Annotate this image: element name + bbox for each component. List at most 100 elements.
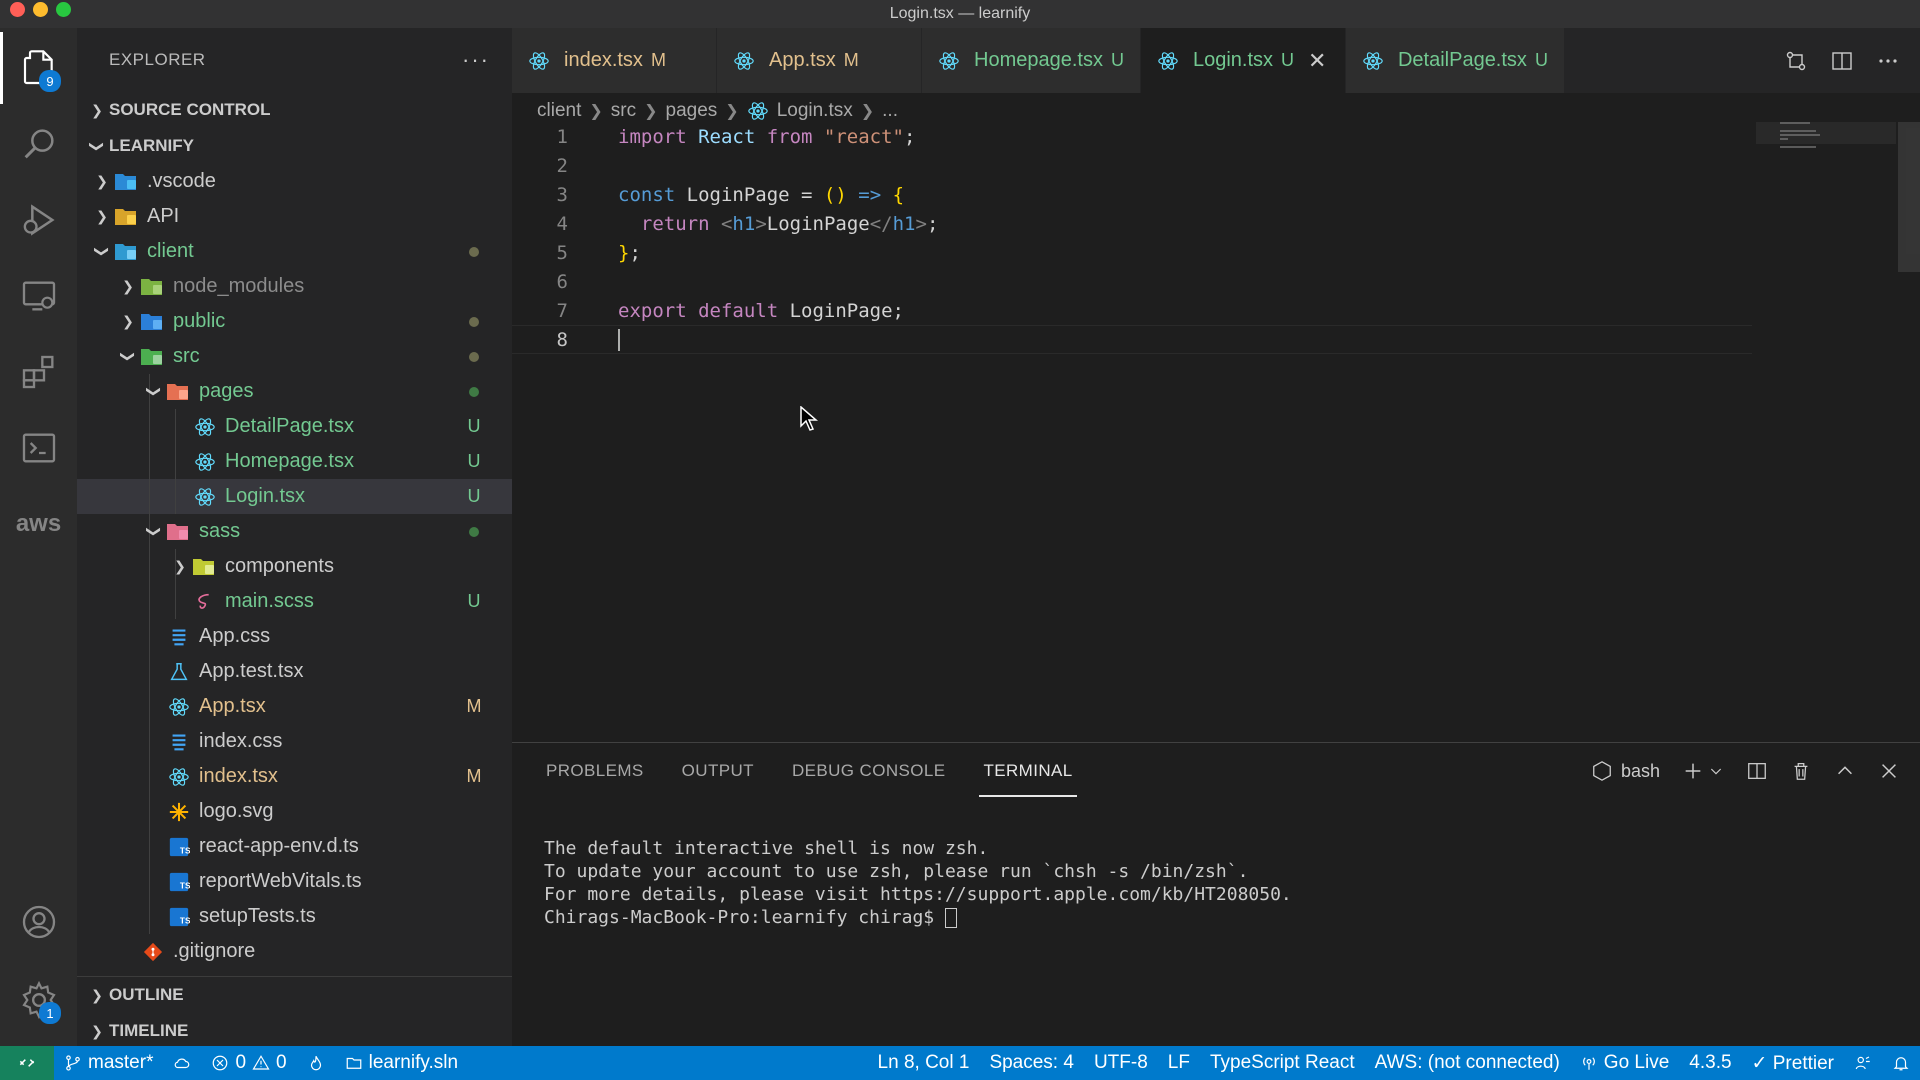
explorer-activity[interactable]: 9 xyxy=(0,32,77,104)
tree-file[interactable]: App.css xyxy=(77,619,512,654)
prettier-status[interactable]: ✓ Prettier xyxy=(1742,1052,1844,1075)
breadcrumb-symbol[interactable]: ... xyxy=(882,100,898,122)
tree-folder[interactable]: ❯ node_modules xyxy=(77,269,512,304)
tree-file[interactable]: main.scss U xyxy=(77,584,512,619)
editor-tab[interactable]: index.tsx M xyxy=(512,28,717,93)
encoding[interactable]: UTF-8 xyxy=(1084,1052,1158,1074)
solution-indicator[interactable]: learnify.sln xyxy=(335,1052,468,1074)
tree-file[interactable]: .gitignore xyxy=(77,934,512,969)
tree-folder[interactable]: ❯ .vscode xyxy=(77,164,512,199)
tree-file[interactable]: App.tsx M xyxy=(77,689,512,724)
outline-section[interactable]: ❯ OUTLINE xyxy=(77,977,512,1013)
tree-folder[interactable]: ❯ client xyxy=(77,234,512,269)
tree-file[interactable]: index.tsx M xyxy=(77,759,512,794)
more-actions-icon[interactable]: ··· xyxy=(462,47,490,73)
tree-file[interactable]: App.test.tsx xyxy=(77,654,512,689)
feedback-button[interactable] xyxy=(1844,1054,1882,1072)
editor-tab[interactable]: Login.tsx U ✕ xyxy=(1140,28,1346,93)
tree-file[interactable]: Login.tsx U xyxy=(77,479,512,514)
tree-file[interactable]: TS react-app-env.d.ts xyxy=(77,829,512,864)
folder-client-icon xyxy=(113,241,141,263)
branch-indicator[interactable]: master* xyxy=(54,1052,163,1074)
chevron-up-icon[interactable] xyxy=(1834,760,1856,782)
split-terminal-icon[interactable] xyxy=(1746,760,1768,782)
chevron-down-icon[interactable]: ❯ xyxy=(146,521,163,543)
problems-indicator[interactable]: 0 0 xyxy=(201,1052,296,1074)
timeline-section[interactable]: ❯ TIMELINE xyxy=(77,1013,512,1049)
ts-version[interactable]: 4.3.5 xyxy=(1679,1052,1741,1074)
chevron-down-icon[interactable]: ❯ xyxy=(94,241,111,263)
breadcrumb-pages[interactable]: pages xyxy=(666,100,718,122)
vertical-scrollbar[interactable] xyxy=(1898,122,1920,272)
run-debug-activity[interactable] xyxy=(0,184,77,256)
sync-button[interactable] xyxy=(163,1054,201,1072)
flame-button[interactable] xyxy=(297,1054,335,1072)
close-window-button[interactable] xyxy=(10,2,25,17)
search-activity[interactable] xyxy=(0,108,77,180)
aws-activity[interactable]: aws xyxy=(0,488,77,560)
code-editor[interactable]: 1 import React from "react"; 2 3 const L… xyxy=(512,122,1920,742)
terminal-output[interactable]: The default interactive shell is now zsh… xyxy=(544,837,1292,929)
close-icon[interactable] xyxy=(1878,760,1900,782)
tab-debug-console[interactable]: DEBUG CONSOLE xyxy=(792,743,946,799)
tree-folder[interactable]: ❯ API xyxy=(77,199,512,234)
trash-icon[interactable] xyxy=(1790,760,1812,782)
chevron-right-icon[interactable]: ❯ xyxy=(91,173,113,190)
tree-file[interactable]: Homepage.tsx U xyxy=(77,444,512,479)
notifications-button[interactable] xyxy=(1882,1054,1920,1072)
line-number: 3 xyxy=(556,183,568,206)
indentation[interactable]: Spaces: 4 xyxy=(979,1052,1084,1074)
aws-connection[interactable]: AWS: (not connected) xyxy=(1365,1052,1570,1074)
remote-indicator[interactable] xyxy=(0,1046,54,1080)
chevron-down-icon[interactable]: ❯ xyxy=(120,346,137,368)
chevron-right-icon[interactable]: ❯ xyxy=(169,558,191,575)
new-terminal-button[interactable] xyxy=(1682,760,1724,782)
breadcrumb-file[interactable]: Login.tsx xyxy=(777,100,853,122)
tree-folder[interactable]: ❯ src xyxy=(77,339,512,374)
chevron-right-icon[interactable]: ❯ xyxy=(117,278,139,295)
extensions-activity[interactable] xyxy=(0,336,77,408)
tree-folder[interactable]: ❯ pages xyxy=(77,374,512,409)
tree-folder[interactable]: ❯ components xyxy=(77,549,512,584)
chevron-right-icon[interactable]: ❯ xyxy=(91,208,113,225)
end-of-line[interactable]: LF xyxy=(1158,1052,1200,1074)
tree-file[interactable]: logo.svg xyxy=(77,794,512,829)
more-actions-icon[interactable] xyxy=(1876,49,1900,73)
terminal-view-activity[interactable] xyxy=(0,412,77,484)
chevron-right-icon: ❯ xyxy=(91,986,103,1003)
remote-explorer-activity[interactable] xyxy=(0,260,77,332)
tab-problems[interactable]: PROBLEMS xyxy=(546,743,644,799)
tree-file[interactable]: TS reportWebVitals.ts xyxy=(77,864,512,899)
compare-changes-icon[interactable] xyxy=(1784,49,1808,73)
minimize-window-button[interactable] xyxy=(33,2,48,17)
go-live-button[interactable]: Go Live xyxy=(1570,1052,1679,1074)
manage-activity[interactable]: 1 xyxy=(0,964,77,1036)
tree-file[interactable]: DetailPage.tsx U xyxy=(77,409,512,444)
editor-tab[interactable]: Homepage.tsx U xyxy=(922,28,1141,93)
tree-file[interactable]: TS setupTests.ts xyxy=(77,899,512,934)
source-control-section[interactable]: ❯ SOURCE CONTROL xyxy=(77,92,512,128)
tree-folder[interactable]: ❯ public xyxy=(77,304,512,339)
tab-terminal[interactable]: TERMINAL xyxy=(979,743,1077,799)
chevron-right-icon[interactable]: ❯ xyxy=(117,313,139,330)
chevron-down-icon[interactable] xyxy=(1708,763,1724,779)
shell-selector[interactable]: bash xyxy=(1591,760,1660,782)
breadcrumb-src[interactable]: src xyxy=(611,100,636,122)
maximize-window-button[interactable] xyxy=(56,2,71,17)
tab-status: M xyxy=(843,50,859,70)
tab-output[interactable]: OUTPUT xyxy=(682,743,754,799)
editor-tab[interactable]: DetailPage.tsx U xyxy=(1345,28,1565,93)
editor-tab[interactable]: App.tsx M xyxy=(717,28,922,93)
project-section[interactable]: ❯ LEARNIFY xyxy=(77,128,512,164)
chevron-down-icon[interactable]: ❯ xyxy=(146,381,163,403)
breadcrumb-client[interactable]: client xyxy=(537,100,581,122)
split-editor-icon[interactable] xyxy=(1830,49,1854,73)
accounts-activity[interactable] xyxy=(0,886,77,958)
language-mode[interactable]: TypeScript React xyxy=(1200,1052,1365,1074)
minimap-slider[interactable] xyxy=(1756,122,1896,144)
tree-folder[interactable]: ❯ sass xyxy=(77,514,512,549)
cursor-position[interactable]: Ln 8, Col 1 xyxy=(868,1052,980,1074)
close-icon[interactable]: ✕ xyxy=(1308,48,1326,74)
chevron-right-icon: ❯ xyxy=(860,103,875,120)
tree-file[interactable]: index.css xyxy=(77,724,512,759)
